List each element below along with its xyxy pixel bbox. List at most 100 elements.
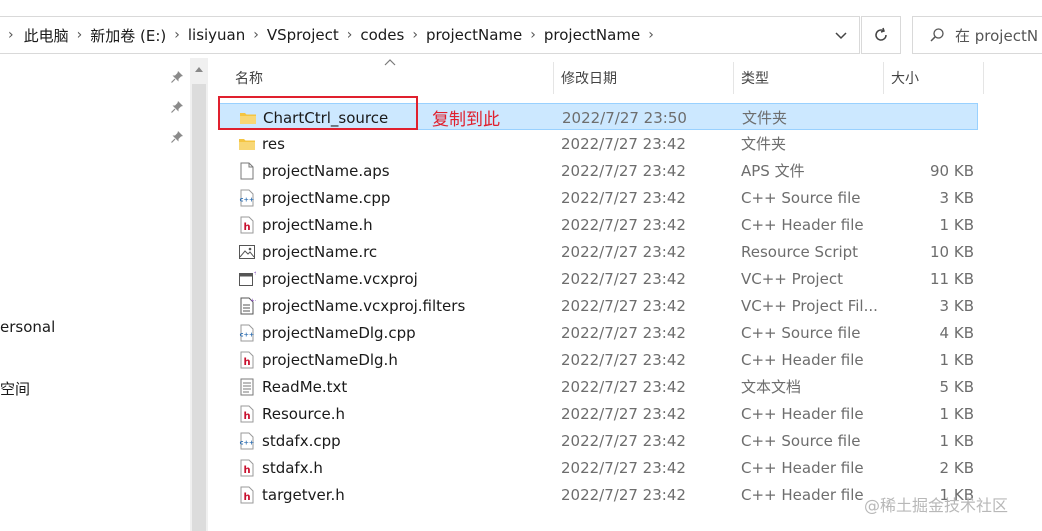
pin-icon[interactable]	[170, 100, 184, 114]
file-size: 11 KB	[930, 269, 974, 288]
file-modified-date: 2022/7/27 23:42	[561, 188, 686, 207]
address-bar[interactable]: › 此电脑 › 新加卷 (E:) › lisiyuan › VSproject …	[0, 16, 860, 54]
file-size: 90 KB	[930, 161, 974, 180]
chevron-right-icon[interactable]: ›	[347, 27, 353, 43]
file-name: projectName.vcxproj	[262, 269, 418, 288]
column-divider[interactable]	[553, 62, 554, 94]
breadcrumb-vsproject[interactable]: VSproject	[267, 26, 339, 44]
header-file-icon: h	[240, 216, 254, 234]
file-type: C++ Source file	[741, 323, 861, 342]
file-name: ReadMe.txt	[262, 377, 348, 396]
file-size: 1 KB	[939, 431, 974, 450]
file-type: C++ Header file	[741, 458, 864, 477]
chevron-right-icon[interactable]: ›	[77, 27, 83, 43]
chevron-right-icon[interactable]: ›	[530, 27, 536, 43]
pin-icon[interactable]	[170, 130, 184, 144]
pin-icon[interactable]	[170, 70, 184, 84]
column-divider[interactable]	[983, 62, 984, 94]
file-row[interactable]: c++ projectNameDlg.cpp 2022/7/27 23:42 C++ …	[218, 319, 978, 346]
file-name: projectName.rc	[262, 242, 378, 261]
file-name: targetver.h	[262, 485, 345, 504]
file-size: 3 KB	[939, 188, 974, 207]
column-header-name[interactable]: 名称	[235, 62, 551, 94]
header-file-icon: h	[240, 405, 254, 423]
file-row[interactable]: ++ projectName.vcxproj 2022/7/27 23:42 VC++…	[218, 265, 978, 292]
file-size: 1 KB	[939, 215, 974, 234]
file-name: stdafx.h	[262, 458, 323, 477]
breadcrumb-drive-e[interactable]: 新加卷 (E:)	[90, 25, 166, 46]
file-modified-date: 2022/7/27 23:42	[561, 296, 686, 315]
file-type: APS 文件	[741, 162, 805, 180]
chevron-down-icon[interactable]	[831, 25, 851, 45]
chevron-right-icon[interactable]: ›	[648, 27, 654, 43]
file-modified-date: 2022/7/27 23:42	[561, 134, 686, 153]
file-row[interactable]: h Resource.h 2022/7/27 23:42 C++ Header fil…	[218, 400, 978, 427]
text-file-icon	[240, 378, 254, 396]
file-row[interactable]: h projectNameDlg.h 2022/7/27 23:42 C++ Head…	[218, 346, 978, 373]
file-modified-date: 2022/7/27 23:42	[561, 350, 686, 369]
vcxproj-file-icon: ++	[239, 270, 256, 286]
file-row[interactable]: projectName.aps 2022/7/27 23:42 APS 文件 90 K…	[218, 157, 978, 184]
cpp-file-icon: c++	[240, 189, 255, 207]
chevron-right-icon[interactable]: ›	[174, 27, 180, 43]
breadcrumb-lisiyuan[interactable]: lisiyuan	[188, 26, 245, 44]
file-size: 10 KB	[930, 242, 974, 261]
scroll-up-icon[interactable]	[194, 66, 204, 74]
file-row[interactable]: c++ stdafx.cpp 2022/7/27 23:42 C++ Source f…	[218, 427, 978, 454]
file-row[interactable]: res 2022/7/27 23:42 文件夹	[218, 130, 978, 157]
chevron-right-icon[interactable]: ›	[8, 27, 14, 43]
file-modified-date: 2022/7/27 23:42	[561, 161, 686, 180]
cpp-file-icon: c++	[240, 432, 254, 450]
file-modified-date: 2022/7/27 23:42	[561, 458, 686, 477]
file-modified-date: 2022/7/27 23:50	[562, 108, 687, 127]
chevron-right-icon[interactable]: ›	[253, 27, 259, 43]
file-size: 4 KB	[939, 323, 974, 342]
search-input[interactable]: 在 projectN	[912, 16, 1042, 54]
chevron-right-icon[interactable]: ›	[412, 27, 418, 43]
breadcrumb-projectname[interactable]: projectName	[426, 26, 522, 44]
file-row[interactable]: projectName.rc 2022/7/27 23:42 Resource Sc…	[218, 238, 978, 265]
navigation-scrollbar[interactable]	[190, 58, 208, 531]
breadcrumb-this-pc[interactable]: 此电脑	[24, 25, 69, 46]
file-modified-date: 2022/7/27 23:42	[561, 404, 686, 423]
file-row[interactable]: ReadMe.txt 2022/7/27 23:42 文本文档 5 KB	[218, 373, 978, 400]
file-type: 文件夹	[741, 135, 787, 153]
file-size: 3 KB	[939, 296, 974, 315]
filters-file-icon: ++	[240, 297, 256, 315]
column-divider[interactable]	[733, 62, 734, 94]
column-divider[interactable]	[883, 62, 884, 94]
watermark: @稀土掘金技术社区	[864, 496, 1009, 515]
file-size	[895, 104, 975, 131]
resource-file-icon	[239, 245, 255, 259]
svg-text:h: h	[243, 357, 250, 368]
svg-text:h: h	[243, 411, 250, 422]
file-modified-date: 2022/7/27 23:42	[561, 269, 686, 288]
file-modified-date: 2022/7/27 23:42	[561, 242, 686, 261]
header-file-icon: h	[240, 459, 254, 477]
file-row[interactable]: ++ projectName.vcxproj.filters 2022/7/27 2…	[218, 292, 978, 319]
scrollbar-thumb[interactable]	[192, 84, 206, 531]
nav-item-personal[interactable]: ersonal	[0, 318, 55, 336]
svg-text:c++: c++	[240, 196, 255, 204]
file-row[interactable]: h projectName.h 2022/7/27 23:42 C++ Header …	[218, 211, 978, 238]
file-type: 文件夹	[742, 109, 788, 127]
breadcrumb-codes[interactable]: codes	[360, 26, 404, 44]
file-modified-date: 2022/7/27 23:42	[561, 431, 686, 450]
header-file-icon: h	[240, 351, 254, 369]
breadcrumb-projectname-current[interactable]: projectName	[544, 26, 640, 44]
blank-file-icon	[240, 162, 254, 180]
file-name: projectName.cpp	[262, 188, 391, 207]
file-name: res	[262, 134, 285, 153]
nav-item-space[interactable]: 空间	[0, 378, 30, 399]
column-header-date[interactable]: 修改日期	[561, 62, 731, 94]
file-type: 文本文档	[741, 378, 802, 396]
file-name: projectName.vcxproj.filters	[262, 296, 466, 315]
file-name: Resource.h	[262, 404, 346, 423]
file-type: C++ Header file	[741, 404, 864, 423]
column-header-size[interactable]: 大小	[891, 62, 981, 94]
column-header-type[interactable]: 类型	[741, 62, 881, 94]
refresh-button[interactable]	[861, 16, 901, 54]
file-row[interactable]: c++ projectName.cpp 2022/7/27 23:42 C++ Sou…	[218, 184, 978, 211]
file-row[interactable]: h stdafx.h 2022/7/27 23:42 C++ Header file 2…	[218, 454, 978, 481]
file-type: VC++ Project	[741, 269, 843, 288]
